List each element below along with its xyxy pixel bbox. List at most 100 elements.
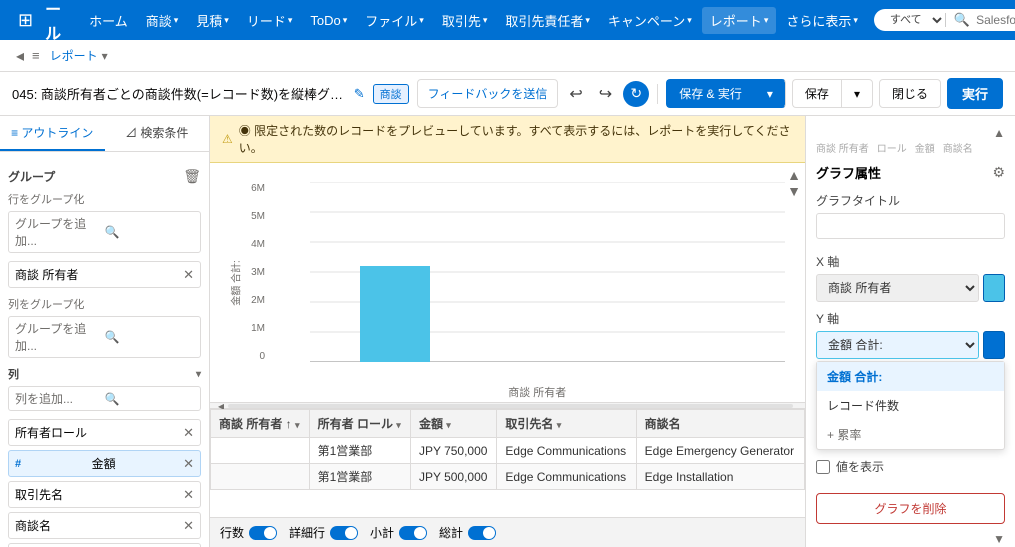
col-owner-role-label: 所有者ロール [15, 424, 87, 441]
nav-todo[interactable]: ToDo ▾ [302, 9, 355, 32]
redo-button[interactable]: ↪ [594, 81, 617, 107]
col-amount-close[interactable]: ✕ [183, 456, 194, 472]
total-toggle-switch[interactable] [468, 526, 496, 540]
feedback-button[interactable]: フィードバックを送信 [417, 79, 559, 108]
horizontal-scrollbar[interactable] [228, 404, 793, 408]
rows-toggle: 行数 [220, 524, 277, 541]
col-account-close[interactable]: ✕ [183, 487, 194, 503]
detail-toggle-switch[interactable] [330, 526, 358, 540]
td-amount-2: JPY 500,000 [410, 464, 496, 490]
report-badge[interactable]: 商談 [373, 84, 409, 104]
y-label-4m: 4M [251, 239, 265, 250]
owner-chip: 商談 所有者 ✕ [8, 261, 201, 288]
breadcrumb-chevron: ▾ [102, 49, 108, 63]
show-value-label: 値を表示 [836, 458, 884, 475]
subtotal-toggle: 小計 [370, 524, 427, 541]
add-column-input[interactable]: 列を追加... 🔍 [8, 386, 201, 411]
search-input[interactable] [976, 13, 1015, 27]
dropdown-item-cumulative[interactable]: + 累率 [817, 420, 1004, 449]
right-panel-scroll-up[interactable]: ▲ [816, 126, 1005, 140]
nav-deals[interactable]: 商談 ▾ [138, 7, 187, 34]
th-deal[interactable]: 商談名 [636, 410, 804, 438]
graph-title-input[interactable] [816, 213, 1005, 239]
save-run-group: 保存 & 実行 ▾ [666, 79, 786, 108]
global-search: すべて 🔍 [874, 9, 1015, 31]
bar-user-a [360, 266, 430, 362]
save-run-chevron[interactable]: ▾ [754, 79, 786, 108]
delete-graph-button[interactable]: グラフを削除 [816, 493, 1005, 524]
y-axis-select-row: 金額 合計: [816, 331, 1005, 359]
columns-chevron: ▾ [196, 369, 201, 380]
x-axis-select[interactable]: 商談 所有者 [816, 274, 979, 302]
edit-title-icon[interactable]: ✎ [354, 86, 365, 102]
dropdown-item-record-count[interactable]: レコード件数 [817, 391, 1004, 420]
dropdown-item-amount[interactable]: 金額 合計: [817, 362, 1004, 391]
report-table: 商談 所有者 ↑ ▾ 所有者 ロール ▾ 金額 ▾ 取引先名 ▾ 商談名 第1営… [210, 409, 805, 490]
nav-contacts[interactable]: 取引先責任者 ▾ [497, 7, 598, 34]
y-label-2m: 2M [251, 295, 265, 306]
save-run-button[interactable]: 保存 & 実行 [666, 79, 754, 108]
x-axis-color-swatch[interactable] [983, 274, 1005, 302]
undo-button[interactable]: ↩ [564, 81, 587, 107]
y-axis-select[interactable]: 金額 合計: [816, 331, 979, 359]
right-panel-scroll-down[interactable]: ▼ [816, 532, 1005, 546]
grid-icon[interactable]: ⊞ [18, 10, 33, 31]
subtotal-toggle-switch[interactable] [399, 526, 427, 540]
gear-icon[interactable]: ⚙ [992, 164, 1005, 181]
nav-accounts[interactable]: 取引先 ▾ [434, 7, 496, 34]
rows-toggle-switch[interactable] [249, 526, 277, 540]
left-collapse-icon[interactable]: ◂ [16, 46, 24, 66]
columns-section-header: 列 ▾ [8, 366, 201, 382]
left-panel: ≡ アウトライン ⊿ 検索条件 グループ 🗑 行をグループ化 グループを追加..… [0, 116, 210, 547]
show-value-checkbox[interactable] [816, 460, 830, 474]
graph-title-label: グラフタイトル [816, 192, 1005, 209]
nav-quotes[interactable]: 見積 ▾ [188, 7, 237, 34]
save-chevron[interactable]: ▾ [841, 79, 873, 108]
owner-chip-close[interactable]: ✕ [183, 267, 194, 283]
add-col-group-input[interactable]: グループを追加... 🔍 [8, 316, 201, 358]
y-label-1m: 1M [251, 323, 265, 334]
nav-leads[interactable]: リード ▾ [239, 7, 301, 34]
show-value-row: 値を表示 [816, 458, 1005, 475]
y-label-5m: 5M [251, 211, 265, 222]
td-role-2: 第1営業部 [309, 464, 410, 490]
add-row-group-input[interactable]: グループを追加... 🔍 [8, 211, 201, 253]
bar-chart-svg: ユーザ A [310, 182, 785, 362]
groups-delete-icon[interactable]: 🗑 [183, 168, 201, 185]
outline-icon: ≡ [11, 126, 21, 140]
col-owner-role: 所有者ロール ✕ [8, 419, 201, 446]
owner-chip-label: 商談 所有者 [15, 266, 78, 283]
col-owner-role-close[interactable]: ✕ [183, 425, 194, 441]
table-wrapper[interactable]: 商談 所有者 ↑ ▾ 所有者 ロール ▾ 金額 ▾ 取引先名 ▾ 商談名 第1営… [210, 409, 805, 517]
close-button[interactable]: 閉じる [879, 79, 941, 108]
td-deal-2: Edge Installation [636, 464, 804, 490]
td-role-1: 第1営業部 [309, 438, 410, 464]
nav-files[interactable]: ファイル ▾ [357, 7, 432, 34]
nav-home[interactable]: ホーム [81, 7, 136, 34]
col-deal-name-close[interactable]: ✕ [183, 518, 194, 534]
run-button[interactable]: 実行 [947, 78, 1003, 109]
search-scope-select[interactable]: すべて [886, 13, 946, 27]
nav-left-icon: ≡ [32, 48, 40, 63]
y-axis-color-swatch[interactable] [983, 331, 1005, 359]
th-owner[interactable]: 商談 所有者 ↑ ▾ [211, 410, 310, 438]
breadcrumb-parent[interactable]: レポート [50, 47, 98, 64]
total-label: 総計 [439, 524, 463, 541]
tab-filters[interactable]: ⊿ 検索条件 [105, 116, 210, 151]
col-group-label: 列をグループ化 [8, 296, 201, 312]
nav-campaigns[interactable]: キャンペーン ▾ [600, 7, 700, 34]
th-amount[interactable]: 金額 ▾ [410, 410, 496, 438]
nav-more[interactable]: さらに表示 ▾ [778, 7, 866, 34]
chart-scroll-down[interactable]: ▼ [787, 183, 801, 199]
tab-outline[interactable]: ≡ アウトライン [0, 116, 105, 151]
save-button[interactable]: 保存 [792, 79, 841, 108]
detail-label: 詳細行 [289, 524, 325, 541]
td-deal-1: Edge Emergency Generator [636, 438, 804, 464]
refresh-button[interactable]: ↻ [623, 81, 649, 107]
th-account[interactable]: 取引先名 ▾ [497, 410, 636, 438]
breadcrumb-nav-icons: ≡ [32, 48, 40, 63]
chart-scroll-up[interactable]: ▲ [787, 167, 801, 183]
th-role[interactable]: 所有者 ロール ▾ [309, 410, 410, 438]
add-col-group-placeholder: グループを追加... [15, 320, 105, 354]
nav-reports[interactable]: レポート ▾ [702, 7, 777, 34]
